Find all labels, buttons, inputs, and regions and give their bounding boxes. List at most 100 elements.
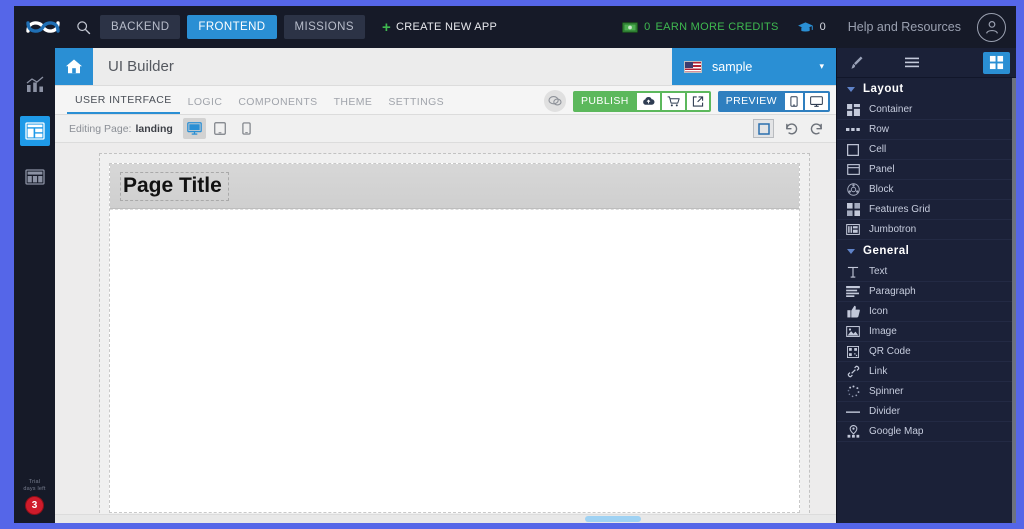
component-icon[interactable]: Icon <box>837 302 1016 322</box>
canvas-frame[interactable]: Page Title <box>99 153 810 523</box>
nav-backend-button[interactable]: BACKEND <box>100 15 181 39</box>
tab-theme[interactable]: THEME <box>326 96 381 114</box>
infinity-logo-icon[interactable] <box>20 12 66 42</box>
main-column: UI Builder sample ▾ USER INTERFACE LOGIC <box>55 48 836 523</box>
language-label: sample <box>712 59 753 74</box>
trial-label-line1: Trial <box>28 479 41 485</box>
tab-components-label: COMPONENTS <box>238 96 318 108</box>
component-container-label: Container <box>869 104 913 115</box>
page-title-text[interactable]: Page Title <box>120 171 229 201</box>
chevron-down-icon: ▾ <box>819 61 824 71</box>
chevron-down-icon <box>847 248 855 254</box>
editing-bar: Editing Page: landing <box>55 115 836 143</box>
component-row-label: Row <box>869 124 890 135</box>
tablet-icon[interactable] <box>209 118 232 139</box>
ui-builder-icon[interactable] <box>19 116 50 146</box>
panel-icon <box>845 163 861 177</box>
component-panel[interactable]: Panel <box>837 160 1016 180</box>
page-header-block[interactable]: Page Title <box>110 164 799 209</box>
trial-indicator: Trial days left 3 <box>14 479 55 515</box>
component-cell[interactable]: Cell <box>837 140 1016 160</box>
component-text[interactable]: Text <box>837 262 1016 282</box>
tab-logic[interactable]: LOGIC <box>180 96 231 114</box>
create-new-app-button[interactable]: + CREATE NEW APP <box>382 20 497 35</box>
list-icon[interactable] <box>899 52 926 74</box>
tab-strip: USER INTERFACE LOGIC COMPONENTS THEME SE… <box>55 86 836 115</box>
component-spinner[interactable]: Spinner <box>837 382 1016 402</box>
cart-icon[interactable] <box>661 92 685 110</box>
database-icon[interactable] <box>20 162 50 192</box>
external-link-icon[interactable] <box>686 92 709 110</box>
component-link[interactable]: Link <box>837 362 1016 382</box>
search-icon[interactable] <box>66 12 100 42</box>
app-body: Trial days left 3 UI Builder sample ▾ US… <box>14 48 1016 523</box>
horizontal-scrollbar[interactable] <box>55 514 836 523</box>
component-image[interactable]: Image <box>837 322 1016 342</box>
plus-icon: + <box>381 18 391 36</box>
analytics-icon[interactable] <box>20 70 50 100</box>
nav-missions-button[interactable]: MISSIONS <box>283 15 365 39</box>
component-qr-code[interactable]: QR Code <box>837 342 1016 362</box>
trial-days-badge[interactable]: 3 <box>25 496 44 515</box>
canvas-area[interactable]: Page Title <box>55 143 836 523</box>
component-divider[interactable]: Divider <box>837 402 1016 422</box>
redo-icon[interactable] <box>809 122 824 136</box>
undo-icon[interactable] <box>784 122 799 136</box>
page-body-block[interactable] <box>110 209 799 512</box>
components-list[interactable]: Layout Container Row Cell Panel Block Fe… <box>837 78 1016 523</box>
section-layout-header[interactable]: Layout <box>837 78 1016 100</box>
section-general-header[interactable]: General <box>837 240 1016 262</box>
link-icon <box>845 365 861 379</box>
section-layout-title: Layout <box>863 83 904 95</box>
credits-count: 0 <box>644 21 651 33</box>
components-panel-header <box>837 48 1016 78</box>
tab-logic-label: LOGIC <box>187 96 223 108</box>
create-new-app-label: CREATE NEW APP <box>396 21 498 33</box>
component-block[interactable]: Block <box>837 180 1016 200</box>
page-preview[interactable]: Page Title <box>109 163 800 513</box>
chat-bubbles-icon[interactable] <box>544 90 567 112</box>
component-qr-code-label: QR Code <box>869 346 911 357</box>
component-google-map-label: Google Map <box>869 426 924 437</box>
desktop-icon[interactable] <box>805 92 828 110</box>
language-select[interactable]: sample ▾ <box>672 48 836 85</box>
tab-settings[interactable]: SETTINGS <box>380 96 452 114</box>
panel-vertical-scrollbar[interactable] <box>1012 78 1016 523</box>
select-frame-icon[interactable] <box>753 119 774 138</box>
component-container[interactable]: Container <box>837 100 1016 120</box>
topbar-right-group: 0 EARN MORE CREDITS 0 Help and Resources <box>622 12 1006 42</box>
component-block-label: Block <box>869 184 894 195</box>
scrollbar-thumb[interactable] <box>585 516 641 522</box>
mobile-icon[interactable] <box>235 118 258 139</box>
cloud-upload-icon[interactable] <box>636 92 660 110</box>
mobile-icon[interactable] <box>785 92 803 110</box>
editing-bar-actions <box>753 119 836 138</box>
user-avatar-icon[interactable] <box>977 12 1006 42</box>
paintbrush-icon[interactable] <box>843 52 870 74</box>
component-features-grid[interactable]: Features Grid <box>837 200 1016 220</box>
component-google-map[interactable]: Google Map <box>837 422 1016 442</box>
qr-code-icon <box>845 345 861 359</box>
chevron-down-icon <box>847 86 855 92</box>
learning-points-button[interactable]: 0 <box>797 21 826 34</box>
preview-button[interactable]: PREVIEW <box>717 90 830 112</box>
tab-components[interactable]: COMPONENTS <box>230 96 325 114</box>
publish-label: PUBLISH <box>581 95 629 107</box>
grid-icon[interactable] <box>982 51 1010 74</box>
nav-frontend-button[interactable]: FRONTEND <box>187 15 277 39</box>
home-icon[interactable] <box>55 48 93 85</box>
trial-label-line2: days left <box>23 486 46 492</box>
us-flag-icon <box>684 60 702 73</box>
desktop-icon[interactable] <box>182 118 206 139</box>
help-and-resources-link[interactable]: Help and Resources <box>848 20 961 34</box>
component-paragraph[interactable]: Paragraph <box>837 282 1016 302</box>
thumbs-up-icon <box>845 305 861 319</box>
tab-user-interface[interactable]: USER INTERFACE <box>67 94 180 114</box>
app-header: UI Builder sample ▾ <box>55 48 836 86</box>
component-jumbotron[interactable]: Jumbotron <box>837 220 1016 240</box>
component-row[interactable]: Row <box>837 120 1016 140</box>
google-map-icon <box>845 425 861 439</box>
component-spinner-label: Spinner <box>869 386 904 397</box>
publish-button[interactable]: PUBLISH <box>573 90 711 112</box>
earn-more-credits-button[interactable]: 0 EARN MORE CREDITS <box>622 21 778 33</box>
